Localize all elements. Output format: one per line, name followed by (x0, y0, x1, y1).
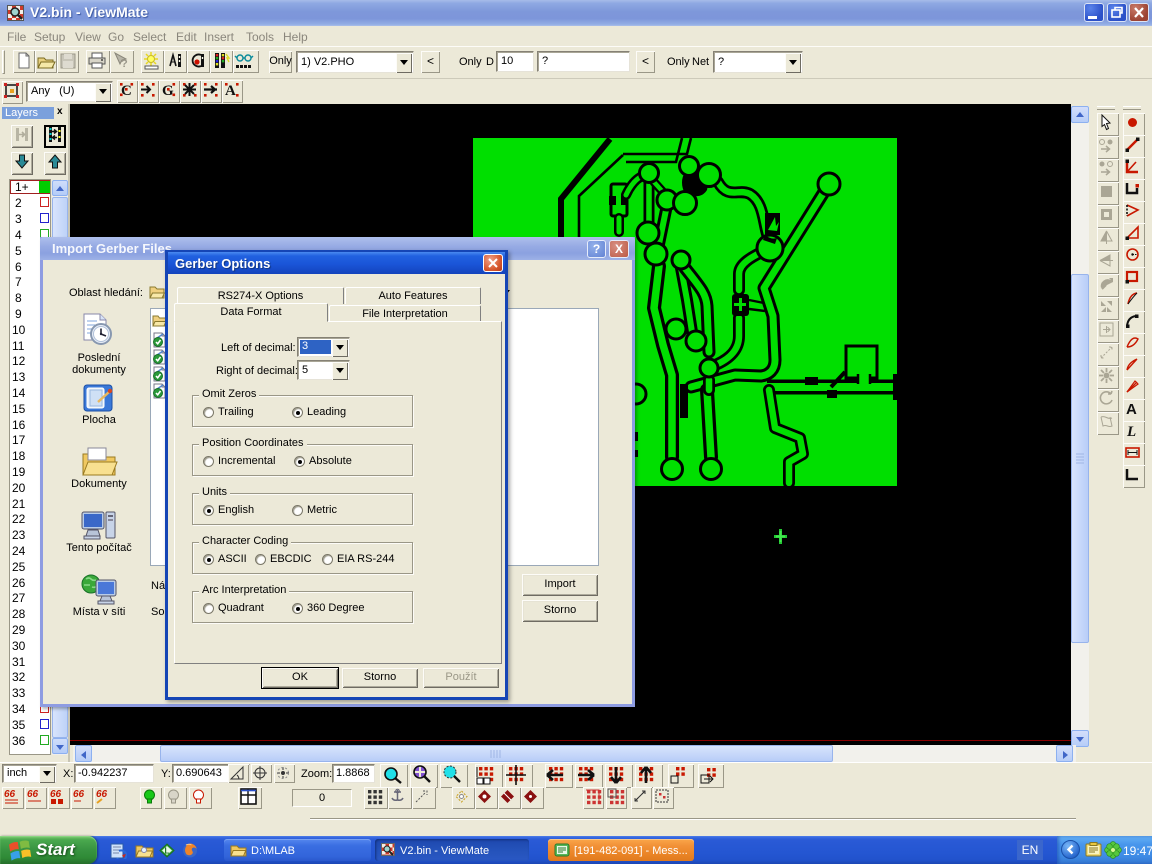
svg-text:G: G (162, 83, 174, 99)
svg-text:?: ? (121, 58, 128, 70)
svg-text:A: A (1126, 401, 1137, 418)
svg-text:66: 66 (4, 789, 16, 800)
svg-text:66: 66 (73, 789, 85, 800)
svg-text:66: 66 (96, 789, 108, 800)
svg-text:A: A (225, 83, 236, 99)
svg-text:L: L (165, 847, 170, 856)
svg-text:66: 66 (27, 789, 39, 800)
svg-text:L: L (1126, 424, 1136, 440)
svg-text:C: C (121, 83, 132, 99)
svg-text:66: 66 (50, 789, 62, 800)
